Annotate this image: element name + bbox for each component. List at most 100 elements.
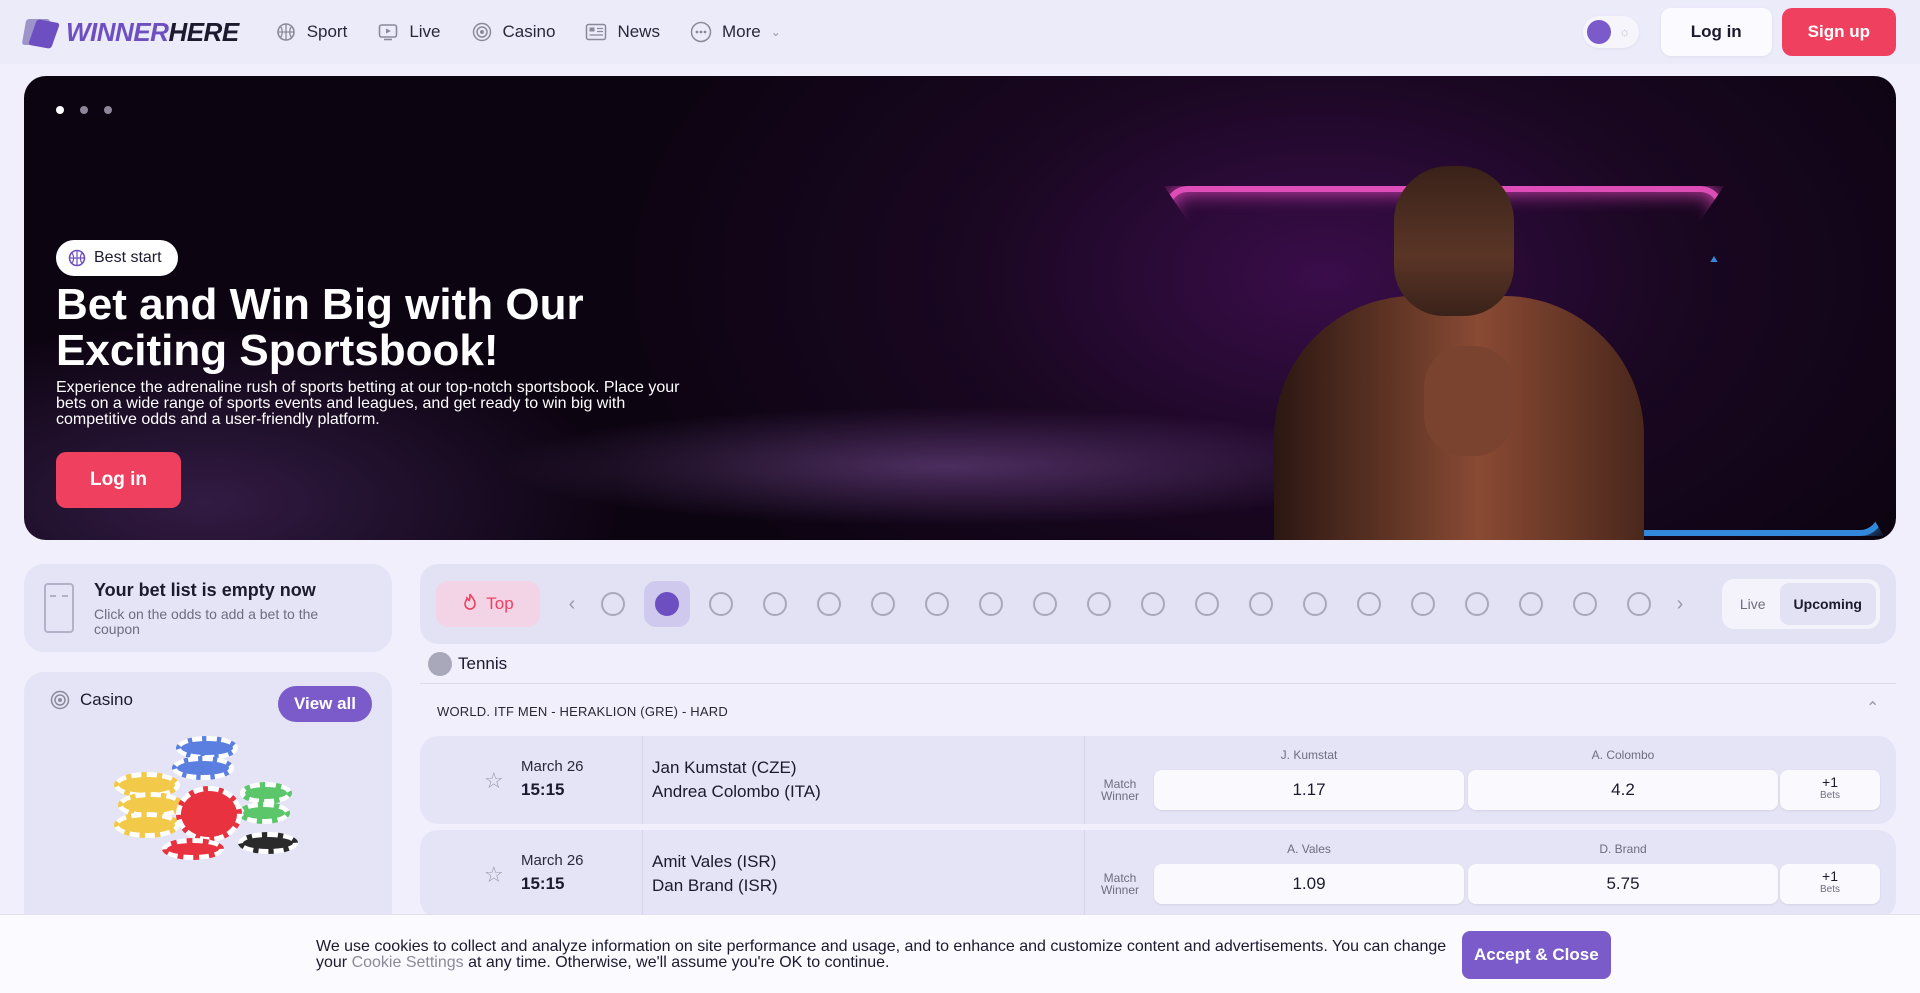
casino-view-all-button[interactable]: View all [277, 686, 372, 722]
sport-filter-american-football-helmet[interactable] [1130, 581, 1176, 627]
nav-news-label: News [617, 22, 660, 41]
outcome-home-label: A. Vales [1287, 842, 1331, 856]
nav-sport[interactable]: Sport [275, 21, 348, 43]
cookie-accept-button[interactable]: Accept & Close [1462, 931, 1611, 979]
sport-filter-beach-soccer[interactable] [1562, 581, 1608, 627]
nav-more-label: More [721, 22, 761, 41]
cookie-text: We use cookies to collect and analyze in… [316, 939, 1456, 971]
nav-sport-label: Sport [306, 22, 348, 41]
sport-filter-volleyball[interactable] [914, 581, 960, 627]
match-date: March 26 [521, 758, 584, 775]
hockey-stick-icon [1465, 592, 1489, 616]
sport-filter-soccer[interactable] [590, 581, 636, 627]
nav-news[interactable]: News [585, 21, 660, 43]
sport-filter-darts[interactable] [1292, 581, 1338, 627]
squash-icon [1411, 592, 1435, 616]
mode-upcoming-tab[interactable]: Upcoming [1779, 583, 1876, 625]
sport-filter-hockey-stick[interactable] [1454, 581, 1500, 627]
sport-filter-rugby[interactable] [1184, 581, 1230, 627]
odd-away-button[interactable]: 4.2 [1468, 770, 1778, 810]
sport-filter-snooker[interactable] [1238, 581, 1284, 627]
more-bets-button[interactable]: +1 Bets [1780, 770, 1880, 810]
casino-widget-header: Casino [50, 690, 133, 710]
top-filter-button[interactable]: Top [436, 581, 540, 627]
hero-description: Experience the adrenaline rush of sports… [56, 379, 680, 428]
match-time: 15:15 [521, 874, 565, 893]
nav-casino-label: Casino [502, 22, 556, 41]
sport-filter-american-football[interactable] [1346, 581, 1392, 627]
sport-filter-boxing[interactable] [1076, 581, 1122, 627]
chevron-right-icon[interactable]: › [1668, 593, 1692, 616]
basketball-icon [68, 249, 86, 267]
more-bets-label: Bets [1819, 884, 1840, 895]
odd-home-button[interactable]: 1.17 [1154, 770, 1464, 810]
hero-login-button[interactable]: Log in [56, 452, 181, 508]
chevron-down-icon: ⌄ [770, 25, 781, 39]
match-time: 15:15 [521, 780, 565, 799]
chevron-left-icon[interactable]: ‹ [560, 593, 584, 616]
outcome-home-label: J. Kumstat [1280, 748, 1338, 762]
odd-away-button[interactable]: 5.75 [1468, 864, 1778, 904]
match-team-away[interactable]: Dan Brand (ISR) [652, 876, 778, 896]
header-login-button[interactable]: Log in [1660, 8, 1772, 56]
table-tennis-icon [817, 592, 841, 616]
sport-filter-basketball[interactable] [698, 581, 744, 627]
cookie-banner: We use cookies to collect and analyze in… [0, 914, 1920, 993]
sport-section-header: Tennis [428, 652, 507, 676]
theme-toggle[interactable]: ☼ [1582, 16, 1639, 48]
sports-filter-bar: Top ‹ › Live Upcoming [420, 564, 1896, 644]
brand-logo[interactable]: WINNERHERE [21, 16, 239, 49]
nav-more[interactable]: More ⌄ [690, 21, 781, 43]
match-row: ☆ March 26 15:15 Jan Kumstat (CZE) Andre… [420, 736, 1896, 824]
sport-filter-futsal[interactable] [1508, 581, 1554, 627]
padel-icon [1627, 592, 1651, 616]
sport-filter-padel[interactable] [1616, 581, 1662, 627]
mode-live-tab[interactable]: Live [1726, 583, 1780, 625]
logo-text-part2: HERE [168, 16, 239, 47]
hero-title: Bet and Win Big with Our Exciting Sports… [56, 280, 584, 375]
chevron-up-icon[interactable]: ⌃ [1866, 698, 1879, 718]
fire-icon [462, 593, 478, 616]
divider [1084, 830, 1085, 918]
futsal-icon [1519, 592, 1543, 616]
sport-filter-squash[interactable] [1400, 581, 1446, 627]
newspaper-icon [585, 21, 607, 43]
hero-banner: Best start Bet and Win Big with Our Exci… [24, 76, 1896, 540]
nav-live[interactable]: Live [377, 21, 441, 43]
header-actions: ☼ Log in Sign up [1582, 8, 1896, 56]
sport-filter-badminton[interactable] [968, 581, 1014, 627]
odd-home-button[interactable]: 1.09 [1154, 864, 1464, 904]
nav-casino[interactable]: Casino [471, 21, 556, 43]
cookie-text-after: at any time. Otherwise, we'll assume you… [463, 954, 890, 971]
bet-slip-subtitle: Click on the odds to add a bet to the co… [94, 605, 319, 637]
carousel-dot-2[interactable] [80, 106, 88, 114]
star-icon[interactable]: ☆ [484, 862, 504, 888]
badminton-icon [979, 592, 1003, 616]
header-signup-button[interactable]: Sign up [1781, 8, 1896, 56]
sport-filter-tennis[interactable] [644, 581, 690, 627]
more-bets-button[interactable]: +1 Bets [1780, 864, 1880, 904]
match-team-away[interactable]: Andrea Colombo (ITA) [652, 782, 821, 802]
outcome-away-label: D. Brand [1599, 842, 1647, 856]
match-team-home[interactable]: Jan Kumstat (CZE) [652, 758, 797, 778]
sport-filter-ice-hockey[interactable] [752, 581, 798, 627]
ice-hockey-icon [763, 592, 787, 616]
sport-filter-athletics[interactable] [860, 581, 906, 627]
hero-badge-label: Best start [94, 249, 162, 266]
sun-icon: ☼ [1618, 24, 1631, 39]
cookie-settings-link[interactable]: Cookie Settings [352, 954, 464, 971]
star-icon[interactable]: ☆ [484, 768, 504, 794]
sport-filter-table-tennis[interactable] [806, 581, 852, 627]
match-team-home[interactable]: Amit Vales (ISR) [652, 852, 776, 872]
sport-filter-baseball[interactable] [1022, 581, 1068, 627]
basketball-icon [275, 21, 297, 43]
carousel-dot-3[interactable] [104, 106, 112, 114]
dots-circle-icon [690, 21, 712, 43]
carousel-dot-1[interactable] [56, 106, 64, 114]
casino-chip-icon [50, 690, 70, 710]
more-bets-count: +1 [1822, 868, 1838, 884]
main-nav: Sport Live Casino News More ⌄ [275, 21, 781, 43]
boxer-image [1254, 96, 1644, 540]
bet-slip-title: Your bet list is empty now [94, 579, 316, 600]
sport-section-title: Tennis [458, 654, 508, 673]
